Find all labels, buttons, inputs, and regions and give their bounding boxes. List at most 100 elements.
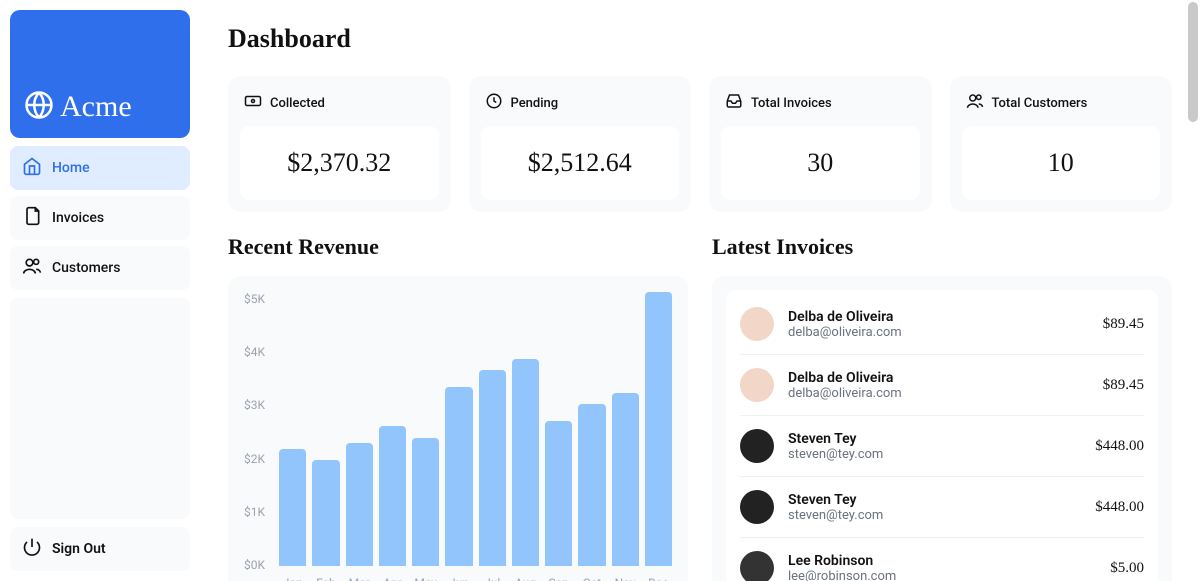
invoice-email: steven@tey.com — [788, 447, 883, 462]
card-label: Collected — [270, 96, 325, 111]
revenue-chart: $5K$4K$3K$2K$1K$0K Jan Feb Mar Apr May Jun Jul… — [228, 276, 688, 581]
clock-icon — [485, 92, 503, 114]
panel-title: Latest Invoices — [712, 234, 1172, 260]
avatar — [740, 307, 774, 341]
invoice-email: lee@robinson.com — [788, 569, 896, 581]
bar-column: Feb — [312, 460, 339, 581]
main: Dashboard Collected $2,370.32 Pending $2… — [200, 0, 1200, 581]
bar — [412, 438, 439, 567]
bar — [545, 421, 572, 567]
chart-bars: Jan Feb Mar Apr May Jun Jul Aug Sep Oct Nov Dec — [279, 292, 672, 581]
bar-column: Jan — [279, 449, 306, 581]
avatar — [740, 368, 774, 402]
bar-label: May — [414, 576, 437, 581]
bar — [645, 292, 672, 566]
inbox-icon — [725, 92, 743, 114]
bar — [379, 426, 406, 566]
recent-revenue-panel: Recent Revenue $5K$4K$3K$2K$1K$0K Jan Feb… — [228, 234, 688, 581]
invoice-info: Lee Robinsonlee@robinson.com — [788, 553, 896, 581]
card-value: 10 — [962, 126, 1161, 200]
avatar — [740, 551, 774, 581]
bar — [512, 359, 539, 566]
bar — [445, 387, 472, 566]
users-icon — [966, 92, 984, 114]
card-value: $2,370.32 — [240, 126, 439, 200]
invoice-amount: $5.00 — [1110, 560, 1144, 577]
bar-column: Mar — [346, 443, 373, 581]
page-title: Dashboard — [228, 24, 1172, 54]
invoice-amount: $448.00 — [1095, 499, 1144, 516]
latest-invoices-panel: Latest Invoices Delba de Oliveiradelba@o… — [712, 234, 1172, 581]
bar-column: Nov — [612, 393, 639, 581]
sidebar-item-customers[interactable]: Customers — [10, 246, 190, 290]
card-label: Pending — [511, 96, 559, 111]
bar-label: Jan — [283, 576, 303, 581]
avatar — [740, 429, 774, 463]
invoice-row[interactable]: Steven Teysteven@tey.com $448.00 — [740, 477, 1144, 538]
bar — [479, 370, 506, 566]
signout-label: Sign Out — [52, 541, 106, 557]
signout-button[interactable]: Sign Out — [10, 527, 190, 571]
bar — [346, 443, 373, 566]
invoice-amount: $448.00 — [1095, 438, 1144, 455]
invoice-info: Delba de Oliveiradelba@oliveira.com — [788, 370, 902, 401]
bar — [312, 460, 339, 566]
sidebar-item-home[interactable]: Home — [10, 146, 190, 190]
sidebar-item-label: Customers — [52, 260, 120, 276]
bar-column: Oct — [578, 404, 605, 581]
y-tick: $0K — [244, 558, 265, 572]
card-total-invoices: Total Invoices 30 — [709, 76, 932, 212]
scrollbar-thumb[interactable] — [1188, 2, 1198, 122]
y-tick: $5K — [244, 292, 265, 306]
invoice-row[interactable]: Steven Teysteven@tey.com $448.00 — [740, 416, 1144, 477]
globe-icon — [24, 90, 54, 124]
bar-label: Nov — [615, 576, 636, 581]
avatar — [740, 490, 774, 524]
invoice-list: Delba de Oliveiradelba@oliveira.com $89.4… — [726, 290, 1158, 581]
summary-cards: Collected $2,370.32 Pending $2,512.64 To… — [228, 76, 1172, 212]
card-value: $2,512.64 — [481, 126, 680, 200]
power-icon — [22, 537, 42, 561]
bar — [578, 404, 605, 566]
document-icon — [22, 206, 42, 230]
card-label: Total Invoices — [751, 96, 832, 111]
invoice-name: Steven Tey — [788, 431, 883, 447]
logo-block[interactable]: Acme — [10, 10, 190, 138]
bar-column: Sep — [545, 421, 572, 581]
bar-column: Jun — [445, 387, 472, 581]
bar-label: Aug — [515, 576, 536, 581]
invoice-row[interactable]: Lee Robinsonlee@robinson.com $5.00 — [740, 538, 1144, 581]
bar-label: Oct — [583, 576, 601, 581]
sidebar-spacer — [10, 298, 190, 519]
sidebar-item-label: Invoices — [52, 210, 104, 226]
bar-label: Jul — [484, 576, 500, 581]
latest-invoices-box: Delba de Oliveiradelba@oliveira.com $89.4… — [712, 276, 1172, 581]
invoice-amount: $89.45 — [1103, 377, 1144, 394]
users-icon — [22, 256, 42, 280]
invoice-info: Steven Teysteven@tey.com — [788, 431, 883, 462]
invoice-row[interactable]: Delba de Oliveiradelba@oliveira.com $89.4… — [740, 355, 1144, 416]
invoice-info: Steven Teysteven@tey.com — [788, 492, 883, 523]
bar-label: Apr — [383, 576, 402, 581]
bar-label: Feb — [316, 576, 336, 581]
bar — [279, 449, 306, 567]
bar-label: Mar — [349, 576, 370, 581]
invoice-name: Delba de Oliveira — [788, 309, 902, 325]
card-label: Total Customers — [992, 96, 1088, 111]
invoice-row[interactable]: Delba de Oliveiradelba@oliveira.com $89.4… — [740, 294, 1144, 355]
bar-label: Dec — [648, 576, 669, 581]
bar-column: Aug — [512, 359, 539, 581]
invoice-info: Delba de Oliveiradelba@oliveira.com — [788, 309, 902, 340]
invoice-email: steven@tey.com — [788, 508, 883, 523]
home-icon — [22, 156, 42, 180]
card-pending: Pending $2,512.64 — [469, 76, 692, 212]
logo-text: Acme — [60, 90, 132, 124]
sidebar-item-label: Home — [52, 160, 90, 176]
card-value: 30 — [721, 126, 920, 200]
sidebar-item-invoices[interactable]: Invoices — [10, 196, 190, 240]
invoice-amount: $89.45 — [1103, 316, 1144, 333]
chart-y-axis: $5K$4K$3K$2K$1K$0K — [244, 292, 269, 572]
bar-column: Dec — [645, 292, 672, 581]
panel-title: Recent Revenue — [228, 234, 688, 260]
bar-column: Jul — [479, 370, 506, 581]
